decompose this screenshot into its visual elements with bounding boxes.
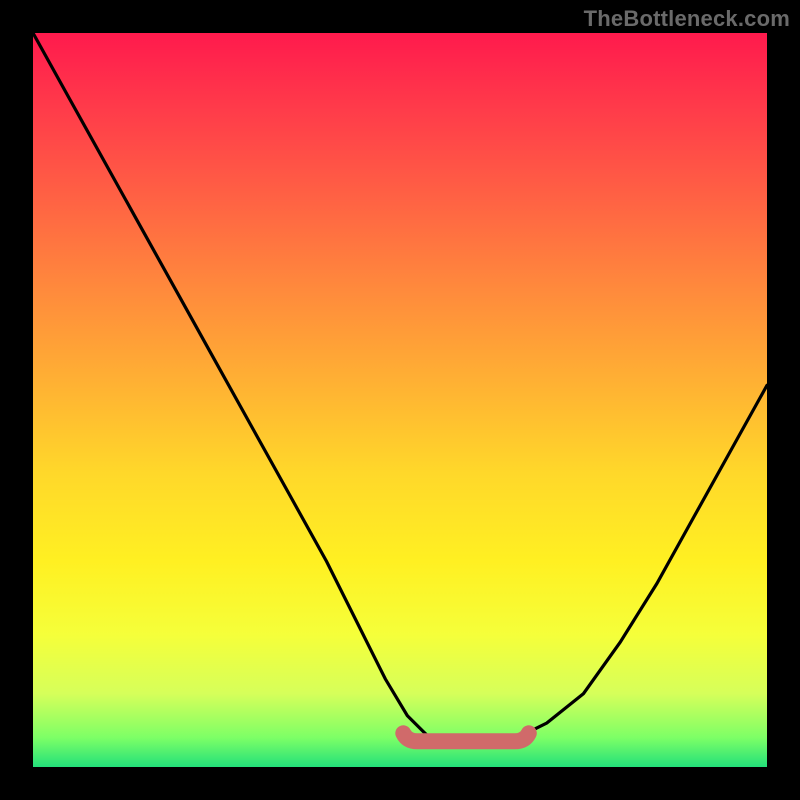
plot-area — [33, 33, 767, 767]
optimal-region-marker — [403, 733, 529, 741]
chart-frame: TheBottleneck.com — [0, 0, 800, 800]
watermark-text: TheBottleneck.com — [584, 6, 790, 32]
bottleneck-curve-svg — [33, 33, 767, 767]
bottleneck-curve — [33, 33, 767, 745]
